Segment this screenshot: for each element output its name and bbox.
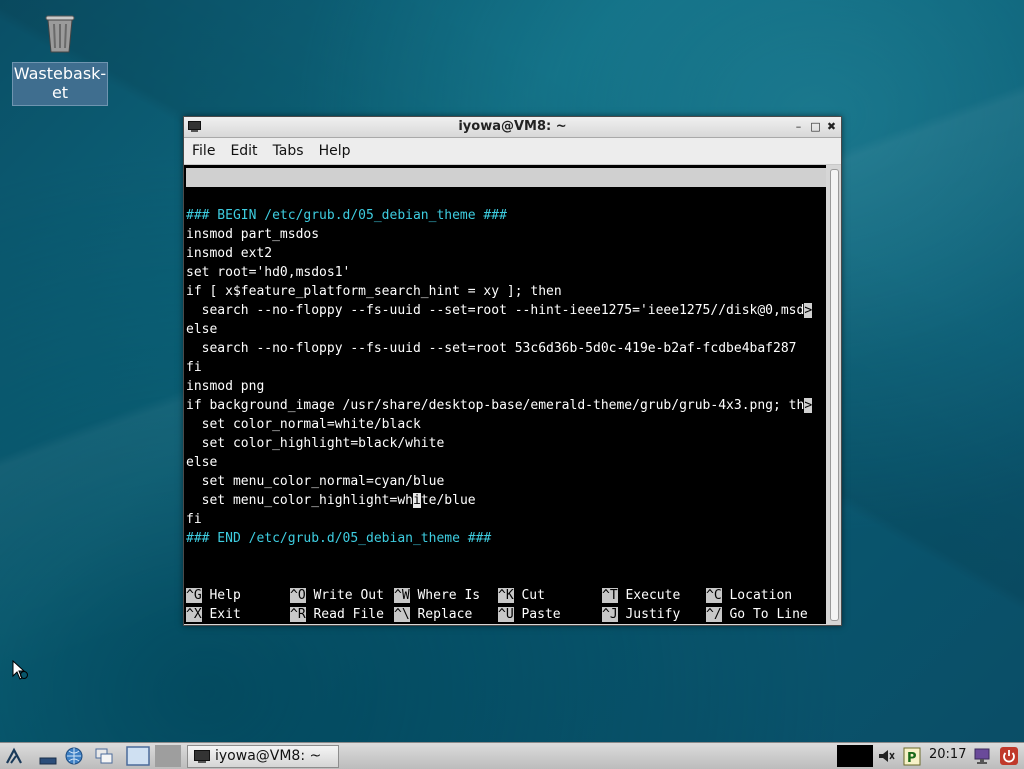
shortcut-key: ^U [498, 607, 514, 622]
editor-line[interactable]: set root='hd0,msdos1' [186, 263, 350, 282]
trash-icon [45, 15, 75, 53]
editor-line[interactable]: set menu_color_normal=cyan/blue [186, 472, 445, 491]
editor-line[interactable]: if [ x$feature_platform_search_hint = xy… [186, 282, 562, 301]
maximize-button[interactable]: □ [809, 120, 822, 133]
shortcut-label: Exit [201, 607, 241, 622]
shortcut-label: Location [721, 588, 793, 603]
workspace-icon[interactable] [126, 746, 150, 766]
shortcut-write-out: ^O Write Out [290, 586, 384, 605]
nano-version: GNU nano 7.2 [202, 189, 296, 204]
editor-line[interactable]: search --no-floppy --fs-uuid --set=root … [186, 301, 813, 320]
shortcut-key: ^R [290, 607, 306, 622]
power-icon[interactable] [999, 746, 1019, 766]
editor-line[interactable]: if background_image /usr/share/desktop-b… [186, 396, 813, 415]
shortcut-key: ^\ [394, 607, 410, 622]
terminal-scrollbar[interactable] [827, 165, 841, 624]
clock[interactable]: 20:17 [929, 747, 966, 762]
shortcut-key: ^O [290, 588, 306, 603]
shortcut-cut: ^K Cut [498, 586, 545, 605]
taskbar-task-terminal[interactable]: iyowa@VM8: ~ [187, 745, 339, 768]
scrollbar-thumb[interactable] [830, 169, 839, 621]
shortcut-location: ^C Location [706, 586, 792, 605]
shortcut-key: ^C [706, 588, 722, 603]
svg-text:P: P [907, 751, 917, 766]
menu-help[interactable]: Help [311, 138, 358, 159]
volume-icon[interactable] [876, 746, 896, 766]
file-manager-icon[interactable] [94, 746, 114, 766]
editor-line[interactable]: fi [186, 510, 202, 529]
menubar: File Edit Tabs Help [184, 138, 841, 165]
desktop-icon-label: Wastebask-et [12, 62, 108, 106]
menu-edit[interactable]: Edit [222, 138, 264, 159]
menu-file[interactable]: File [184, 138, 222, 159]
editor-line[interactable]: search --no-floppy --fs-uuid --set=root … [186, 339, 797, 358]
window-titlebar[interactable]: iyowa@VM8: ~ – □ ✖ [184, 117, 841, 138]
workspace-pager[interactable] [155, 745, 181, 767]
shortcut-paste: ^U Paste [498, 605, 561, 624]
shortcut-key: ^T [602, 588, 618, 603]
network-icon[interactable] [972, 746, 992, 766]
shortcut-label: Replace [409, 607, 473, 622]
browser-icon[interactable] [64, 746, 84, 766]
editor-line[interactable]: else [186, 320, 217, 339]
editor-line[interactable]: set color_normal=white/black [186, 415, 421, 434]
editor-line[interactable]: set menu_color_highlight=white/blue [186, 491, 476, 510]
shortcut-execute: ^T Execute [602, 586, 680, 605]
shortcut-key: ^X [186, 607, 202, 622]
shortcut-justify: ^J Justify [602, 605, 680, 624]
editor-line[interactable]: insmod part_msdos [186, 225, 319, 244]
shortcut-key: ^J [602, 607, 618, 622]
editor-line[interactable]: else [186, 453, 217, 472]
taskbar: iyowa@VM8: ~ P 20:17 [0, 742, 1024, 769]
editor-line[interactable]: insmod ext2 [186, 244, 272, 263]
shortcut-key: ^K [498, 588, 514, 603]
task-label: iyowa@VM8: ~ [215, 748, 322, 764]
parcellite-icon[interactable]: P [902, 746, 922, 766]
shortcut-label: Where Is [409, 588, 481, 603]
shortcut-go-to-line: ^/ Go To Line [706, 605, 808, 624]
shortcut-replace: ^\ Replace [394, 605, 472, 624]
shortcut-label: Write Out [305, 588, 384, 603]
menu-tabs[interactable]: Tabs [265, 138, 311, 159]
shortcut-exit: ^X Exit [186, 605, 241, 624]
shortcut-key: ^/ [706, 607, 722, 622]
terminal-icon [194, 750, 210, 763]
shortcut-label: Execute [617, 588, 681, 603]
minimize-button[interactable]: – [792, 120, 805, 133]
shortcut-label: Justify [617, 607, 681, 622]
shortcut-label: Help [201, 588, 241, 603]
shortcut-read-file: ^R Read File [290, 605, 384, 624]
menu-icon[interactable] [4, 746, 24, 766]
window-title: iyowa@VM8: ~ [458, 119, 567, 134]
shortcut-label: Paste [513, 607, 561, 622]
shortcut-key: ^G [186, 588, 202, 603]
editor-line[interactable]: insmod png [186, 377, 264, 396]
line-overflow-marker: > [804, 398, 813, 413]
shortcut-where-is: ^W Where Is [394, 586, 480, 605]
shortcut-key: ^W [394, 588, 410, 603]
shortcut-label: Go To Line [721, 607, 808, 622]
mouse-pointer-icon [12, 660, 28, 680]
editor-line[interactable]: fi [186, 358, 202, 377]
show-desktop-icon[interactable] [38, 746, 58, 766]
desktop-icon-wastebasket[interactable]: Wastebask-et [12, 10, 108, 106]
line-overflow-marker: > [804, 303, 813, 318]
editor-line[interactable]: set color_highlight=black/white [186, 434, 445, 453]
shortcut-label: Read File [305, 607, 384, 622]
text-cursor: i [412, 493, 421, 508]
editor-line[interactable]: ### END /etc/grub.d/05_debian_theme ### [186, 529, 491, 548]
nano-header: GNU nano 7.2 /boot/grub/grub.cfg [186, 168, 826, 223]
tray-applet [837, 745, 873, 767]
terminal-window[interactable]: iyowa@VM8: ~ – □ ✖ File Edit Tabs Help GNU … [183, 116, 842, 626]
shortcut-help: ^G Help [186, 586, 241, 605]
shortcut-label: Cut [513, 588, 545, 603]
editor-line[interactable]: ### BEGIN /etc/grub.d/05_debian_theme ##… [186, 206, 507, 225]
close-button[interactable]: ✖ [825, 120, 838, 133]
terminal-area[interactable]: GNU nano 7.2 /boot/grub/grub.cfg ### BEG… [184, 165, 826, 624]
